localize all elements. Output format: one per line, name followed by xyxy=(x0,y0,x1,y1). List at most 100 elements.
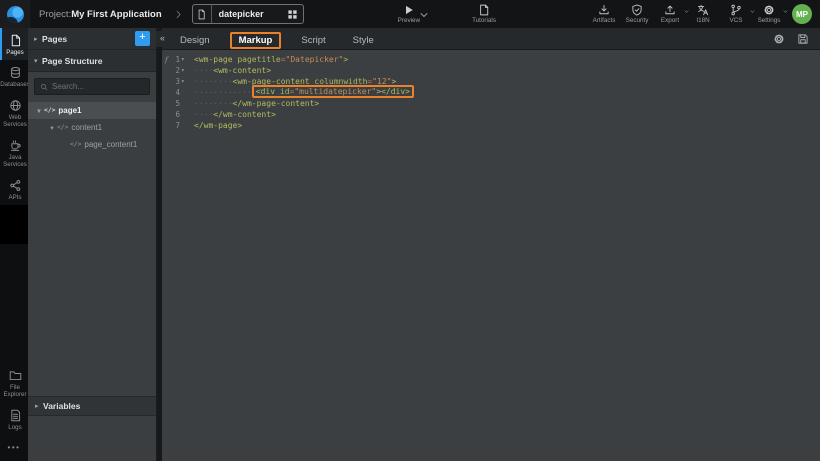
code-line-7[interactable]: 7 </wm-page> xyxy=(162,120,820,131)
toolbar-artifacts-button[interactable]: Artifacts xyxy=(591,4,617,24)
widget-code-icon: </> xyxy=(70,141,81,148)
folder-icon xyxy=(9,369,22,382)
user-avatar[interactable]: MP xyxy=(792,4,812,24)
line-number: 2 xyxy=(175,66,180,75)
tutorials-label: Tutorials xyxy=(472,17,496,24)
fold-toggle-icon[interactable]: ▾ xyxy=(181,65,189,76)
code-text[interactable]: </wm-page> xyxy=(189,120,242,131)
line-gutter: 5 xyxy=(162,98,189,109)
variables-section-header[interactable]: ▸ Variables xyxy=(28,396,156,416)
code-line-1[interactable]: f 1 ▾ <wm-page pagetitle="Datepicker"> xyxy=(162,54,820,65)
page-settings-gear-icon[interactable] xyxy=(773,33,785,45)
page-icon xyxy=(9,34,22,47)
line-gutter: f 1 ▾ xyxy=(162,54,189,65)
expand-arrow-icon[interactable]: ▾ xyxy=(34,57,42,65)
fold-toggle-icon[interactable]: ▾ xyxy=(181,54,189,65)
structure-search xyxy=(34,78,150,95)
app-logo[interactable] xyxy=(0,0,30,28)
code-text[interactable]: ········</wm-page-content> xyxy=(189,98,319,109)
line-number: 5 xyxy=(175,99,180,108)
project-title: Project:My First Application xyxy=(39,9,162,20)
tutorials-button[interactable]: Tutorials xyxy=(472,4,496,24)
annotation-highlight-box: <div id="multidatepicker"></div> xyxy=(252,85,414,98)
project-name: My First Application xyxy=(71,9,161,20)
code-text[interactable]: ····</wm-content> xyxy=(189,109,276,120)
widget-code-icon: </> xyxy=(57,124,68,131)
code-line-4[interactable]: 4 ············<div id="multidatepicker">… xyxy=(162,87,820,98)
caret-down-icon[interactable] xyxy=(749,8,756,15)
gear-icon xyxy=(763,4,775,16)
left-navigation-rail: Pages Databases Web Services Java Servic… xyxy=(0,28,28,461)
page-structure-header[interactable]: ▾ Page Structure xyxy=(28,50,156,72)
upload-icon xyxy=(664,4,676,16)
gutter-marker: f xyxy=(165,54,168,65)
search-input[interactable] xyxy=(52,82,144,91)
search-icon xyxy=(40,83,48,91)
expand-arrow-icon[interactable]: ▾ xyxy=(34,107,44,115)
pages-header-label: Pages xyxy=(42,34,67,44)
expand-arrow-icon[interactable]: ▾ xyxy=(47,124,57,132)
editor-tab-style[interactable]: Style xyxy=(353,35,374,46)
collapse-arrow-icon[interactable]: ▸ xyxy=(35,402,43,410)
line-gutter: 2 ▾ xyxy=(162,65,189,76)
tree-node-label: content1 xyxy=(71,123,102,132)
editor-tabbar: Design Markup Script Style xyxy=(162,28,820,50)
toolbar-i18n-button[interactable]: I18N xyxy=(690,4,716,24)
rail-item-pages[interactable]: Pages xyxy=(0,28,28,60)
rail-item-logs[interactable]: Logs xyxy=(0,403,28,435)
line-gutter: 3 ▾ xyxy=(162,76,189,87)
top-toolbar: Project:My First Application datepicker … xyxy=(0,0,820,28)
pages-section-header[interactable]: ▸ Pages + xyxy=(28,28,156,50)
grid-view-icon[interactable] xyxy=(287,9,298,20)
save-icon[interactable] xyxy=(797,33,809,45)
line-gutter: 6 xyxy=(162,109,189,120)
coffee-icon xyxy=(9,139,22,152)
rail-item-web-services[interactable]: Web Services xyxy=(0,93,28,133)
editor-tab-markup[interactable]: Markup xyxy=(230,32,282,49)
toolbar-vcs-button[interactable]: VCS xyxy=(723,4,749,24)
tree-node-page-content1[interactable]: </> page_content1 xyxy=(28,136,156,153)
wavemaker-logo-icon xyxy=(7,6,24,23)
page-structure-tree: ▾ </> page1 ▾ </> content1 </> page_cont… xyxy=(28,102,156,153)
line-number: 1 xyxy=(175,55,180,64)
fold-toggle-icon[interactable]: ▾ xyxy=(181,76,189,87)
rail-item-apis[interactable]: APIs xyxy=(0,173,28,205)
add-page-button[interactable]: + xyxy=(135,31,150,46)
code-text[interactable]: <wm-page pagetitle="Datepicker"> xyxy=(189,54,348,65)
project-label: Project: xyxy=(39,9,71,20)
globe-icon xyxy=(9,99,22,112)
database-icon xyxy=(9,66,22,79)
whitespace-dots: ········ xyxy=(194,77,233,86)
rail-item-java-services[interactable]: Java Services xyxy=(0,133,28,173)
code-line-2[interactable]: 2 ▾ ····<wm-content> xyxy=(162,65,820,76)
caret-down-icon[interactable] xyxy=(683,8,690,15)
editor-tab-design[interactable]: Design xyxy=(180,35,210,46)
code-line-6[interactable]: 6 ····</wm-content> xyxy=(162,109,820,120)
whitespace-dots: ········ xyxy=(194,99,233,108)
caret-down-icon[interactable] xyxy=(782,8,789,15)
code-text[interactable]: ····<wm-content> xyxy=(189,65,271,76)
open-page-tab[interactable]: datepicker xyxy=(192,4,304,24)
code-text[interactable]: ············<div id="multidatepicker"></… xyxy=(189,87,414,98)
whitespace-dots: ············ xyxy=(194,88,252,97)
toolbar-security-button[interactable]: Security xyxy=(624,4,650,24)
preview-button[interactable]: Preview xyxy=(398,4,420,24)
chevron-right-icon xyxy=(174,10,183,19)
collapse-panel-button[interactable]: « xyxy=(156,31,169,47)
tree-node-content1[interactable]: ▾ </> content1 xyxy=(28,119,156,136)
line-number: 3 xyxy=(175,77,180,86)
editor-tab-script[interactable]: Script xyxy=(301,35,325,46)
page-file-icon xyxy=(193,5,212,23)
markup-code-editor[interactable]: f 1 ▾ <wm-page pagetitle="Datepicker"> 2… xyxy=(162,50,820,131)
rail-item-databases[interactable]: Databases xyxy=(0,60,28,92)
tree-node-page1[interactable]: ▾ </> page1 xyxy=(28,102,156,119)
toolbar-actions: Artifacts Security Export I18N VCS Setti… xyxy=(591,4,782,24)
collapse-arrow-icon[interactable]: ▸ xyxy=(34,35,42,43)
code-line-5[interactable]: 5 ········</wm-page-content> xyxy=(162,98,820,109)
variables-label: Variables xyxy=(43,401,80,411)
toolbar-export-button[interactable]: Export xyxy=(657,4,683,24)
preview-caret-icon[interactable] xyxy=(418,9,430,21)
rail-item-file-explorer[interactable]: File Explorer xyxy=(0,363,28,403)
more-options-button[interactable]: ••• xyxy=(0,435,28,461)
toolbar-settings-button[interactable]: Settings xyxy=(756,4,782,24)
